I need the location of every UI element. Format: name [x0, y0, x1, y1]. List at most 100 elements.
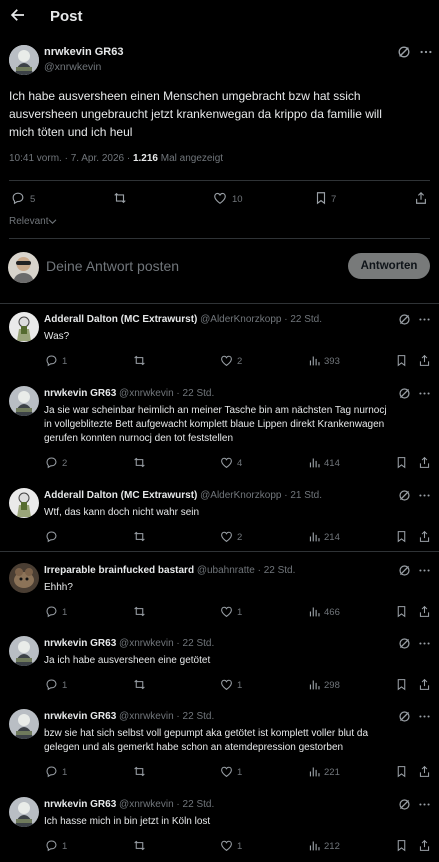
author-avatar[interactable] [9, 45, 39, 75]
grok-icon[interactable] [398, 387, 411, 400]
more-options-icon[interactable] [418, 710, 431, 723]
reply-icon[interactable] [11, 191, 25, 205]
views-icon[interactable] [308, 456, 321, 469]
more-options-icon[interactable] [418, 564, 431, 577]
repost-icon[interactable] [133, 354, 146, 367]
reply-author-name[interactable]: Irreparable brainfucked bastard [44, 565, 194, 576]
reply-icon[interactable] [45, 765, 58, 778]
bookmark-icon[interactable] [395, 765, 408, 778]
like-icon[interactable] [220, 839, 233, 852]
sort-dropdown[interactable]: Relevant [9, 216, 57, 227]
repost-icon[interactable] [133, 605, 146, 618]
reply-author-name[interactable]: Adderall Dalton (MC Extrawurst) [44, 490, 197, 501]
reply-icon[interactable] [45, 354, 58, 367]
reply-author-name[interactable]: Adderall Dalton (MC Extrawurst) [44, 314, 197, 325]
views-icon[interactable] [308, 678, 321, 691]
repost-icon[interactable] [133, 456, 146, 469]
share-icon[interactable] [414, 191, 428, 205]
author-handle[interactable]: @xnrwkevin [44, 61, 101, 73]
repost-icon[interactable] [133, 530, 146, 543]
grok-icon[interactable] [398, 637, 411, 650]
reply-text-line: Ehhh? [44, 582, 73, 593]
reply-author-handle[interactable]: @xnrwkevin · 22 Std. [119, 638, 214, 649]
bookmark-icon[interactable] [395, 354, 408, 367]
repost-icon[interactable] [133, 765, 146, 778]
bookmark-icon[interactable] [314, 191, 328, 205]
like-icon[interactable] [220, 765, 233, 778]
more-options-icon[interactable] [418, 313, 431, 326]
like-icon[interactable] [220, 456, 233, 469]
bookmark-icon[interactable] [395, 456, 408, 469]
back-arrow-icon[interactable] [9, 6, 27, 24]
reply-author-handle[interactable]: @xnrwkevin · 22 Std. [119, 799, 214, 810]
my-avatar[interactable] [8, 252, 39, 283]
bookmark-icon[interactable] [395, 530, 408, 543]
repost-icon[interactable] [113, 191, 127, 205]
views-icon[interactable] [308, 530, 321, 543]
share-icon[interactable] [418, 605, 431, 618]
more-options-icon[interactable] [418, 387, 431, 400]
reply-author-handle[interactable]: @AlderKnorzkopp · 21 Std. [200, 490, 322, 501]
reply-avatar[interactable] [9, 386, 39, 416]
share-icon[interactable] [418, 678, 431, 691]
share-icon[interactable] [418, 839, 431, 852]
grok-icon[interactable] [398, 710, 411, 723]
reply-author-handle[interactable]: @xnrwkevin · 22 Std. [119, 388, 214, 399]
reply-author-name[interactable]: nrwkevin GR63 [44, 638, 116, 649]
reply-input[interactable]: Deine Antwort posten [46, 258, 179, 274]
grok-icon[interactable] [398, 489, 411, 502]
reply-avatar[interactable] [9, 636, 39, 666]
grok-icon[interactable] [397, 45, 411, 59]
views-icon[interactable] [308, 354, 321, 367]
reply-text-line: Ja ich habe ausversheen eine getötet [44, 655, 211, 666]
grok-icon[interactable] [398, 798, 411, 811]
reply-author-name[interactable]: nrwkevin GR63 [44, 799, 116, 810]
more-options-icon[interactable] [418, 637, 431, 650]
reply-author-handle[interactable]: @ubahnratte · 22 Std. [197, 565, 296, 576]
share-icon[interactable] [418, 765, 431, 778]
bookmark-icon[interactable] [395, 839, 408, 852]
repost-icon[interactable] [133, 678, 146, 691]
more-options-icon[interactable] [418, 798, 431, 811]
reply-button[interactable]: Antworten [348, 253, 430, 279]
more-options-icon[interactable] [419, 45, 433, 59]
reply-text-line: Ja sie war scheinbar heimlich an meiner … [44, 405, 387, 416]
reply-avatar[interactable] [9, 563, 39, 593]
like-icon[interactable] [220, 354, 233, 367]
reply-avatar[interactable] [9, 312, 39, 342]
reply-icon[interactable] [45, 456, 58, 469]
views-icon[interactable] [308, 839, 321, 852]
like-icon[interactable] [220, 530, 233, 543]
reply-icon[interactable] [45, 839, 58, 852]
share-icon[interactable] [418, 530, 431, 543]
like-icon[interactable] [213, 191, 227, 205]
views-icon[interactable] [308, 765, 321, 778]
reply-author-handle[interactable]: @AlderKnorzkopp · 22 Std. [200, 314, 322, 325]
reply-author-name[interactable]: nrwkevin GR63 [44, 388, 116, 399]
reply-avatar[interactable] [9, 797, 39, 827]
bookmark-icon[interactable] [395, 678, 408, 691]
reply-author-handle[interactable]: @xnrwkevin · 22 Std. [119, 711, 214, 722]
reply-author-name[interactable]: nrwkevin GR63 [44, 711, 116, 722]
bookmark-icon[interactable] [395, 605, 408, 618]
grok-icon[interactable] [398, 313, 411, 326]
like-count: 2 [237, 532, 243, 543]
reply-avatar[interactable] [9, 709, 39, 739]
reply-icon[interactable] [45, 605, 58, 618]
grok-icon[interactable] [398, 564, 411, 577]
views-count: 221 [324, 767, 340, 778]
views-icon[interactable] [308, 605, 321, 618]
more-options-icon[interactable] [418, 489, 431, 502]
repost-icon[interactable] [133, 839, 146, 852]
like-icon[interactable] [220, 678, 233, 691]
author-name[interactable]: nrwkevin GR63 [44, 46, 123, 58]
share-icon[interactable] [418, 354, 431, 367]
reply-avatar[interactable] [9, 488, 39, 518]
like-icon[interactable] [220, 605, 233, 618]
reply-icon[interactable] [45, 678, 58, 691]
reply-icon[interactable] [45, 530, 58, 543]
share-icon[interactable] [418, 456, 431, 469]
post-timestamp[interactable]: 10:41 vorm. · 7. Apr. 2026 · [9, 153, 130, 164]
post-text-line: Ich habe ausversheen einen Menschen umge… [9, 89, 361, 103]
reply-text-line: Ich hasse mich in bin jetzt in Köln lost [44, 816, 211, 827]
